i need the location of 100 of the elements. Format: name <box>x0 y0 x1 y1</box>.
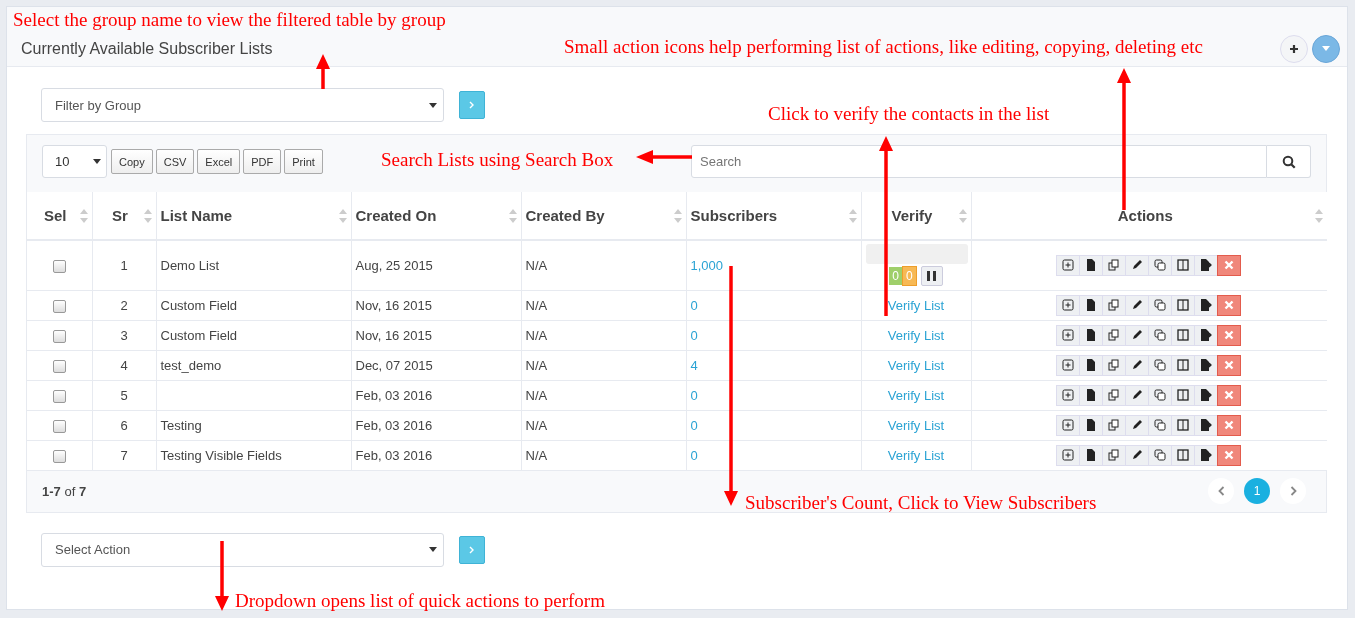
export-action-button[interactable] <box>1194 384 1219 406</box>
pause-button[interactable] <box>920 266 943 287</box>
edit-action-button[interactable] <box>1125 294 1150 316</box>
document-icon <box>1085 359 1098 371</box>
export-action-button[interactable] <box>1194 294 1219 316</box>
row-number: 4 <box>120 357 128 373</box>
columns-icon <box>1177 299 1190 311</box>
created-date: Dec, 07 2015 <box>355 357 433 373</box>
created-by: N/A <box>525 387 548 403</box>
list-name: Testing Visible Fields <box>160 447 282 463</box>
annotation-text: Dropdown opens list of quick actions to perform <box>235 590 605 612</box>
count-badge: 0 <box>902 266 917 287</box>
columns-action-button[interactable] <box>1171 414 1196 436</box>
list-name: Custom Field <box>160 327 238 343</box>
columns-action-button[interactable] <box>1171 254 1196 276</box>
doc-action-button[interactable] <box>1079 294 1104 316</box>
export-action-button[interactable] <box>1194 414 1219 436</box>
delete-button[interactable] <box>1217 384 1242 406</box>
delete-button[interactable] <box>1217 254 1242 276</box>
edit-action-button[interactable] <box>1125 384 1150 406</box>
columns-action-button[interactable] <box>1171 444 1196 466</box>
created-by: N/A <box>525 327 548 343</box>
close-icon <box>1224 450 1235 460</box>
file-export-icon <box>1200 359 1213 371</box>
previous-page-button[interactable] <box>1208 478 1234 504</box>
list-name: Testing <box>160 417 202 433</box>
close-icon <box>1224 360 1235 370</box>
page-size-select[interactable]: 10 <box>42 145 107 178</box>
delete-button[interactable] <box>1217 324 1242 346</box>
sort-icon <box>508 208 517 223</box>
pause-icon <box>927 271 937 282</box>
edit-action-button[interactable] <box>1125 324 1150 346</box>
columns-action-button[interactable] <box>1171 294 1196 316</box>
plus-square-icon <box>1062 329 1075 341</box>
column-header[interactable]: Created On <box>355 207 437 224</box>
export-action-button[interactable] <box>1194 254 1219 276</box>
delete-button[interactable] <box>1217 444 1242 466</box>
row-checkbox[interactable] <box>52 329 66 343</box>
chevron-left-icon <box>1217 486 1225 496</box>
column-header[interactable]: Actions <box>975 207 1315 224</box>
column-header[interactable]: Verify <box>865 207 959 224</box>
file-export-icon <box>1200 299 1213 311</box>
annotation-arrow <box>316 54 330 89</box>
column-header[interactable]: List Name <box>160 207 233 224</box>
export-action-button[interactable] <box>1194 324 1219 346</box>
edit-action-button[interactable] <box>1125 444 1150 466</box>
export-button[interactable]: Copy <box>111 149 153 174</box>
row-number: 5 <box>120 387 128 403</box>
pencil-icon <box>1131 299 1144 311</box>
duplicate-icon <box>1154 419 1167 431</box>
search-button[interactable] <box>1267 145 1311 178</box>
row-checkbox[interactable] <box>52 259 66 273</box>
chevron-right-icon <box>469 101 475 109</box>
copy-icon <box>1108 299 1121 311</box>
doc-action-button[interactable] <box>1079 354 1104 376</box>
doc-action-button[interactable] <box>1079 254 1104 276</box>
columns-action-button[interactable] <box>1171 354 1196 376</box>
row-checkbox[interactable] <box>52 299 66 313</box>
row-number: 1 <box>120 257 128 273</box>
row-checkbox[interactable] <box>52 419 66 433</box>
copy-icon <box>1108 359 1121 371</box>
plus-square-icon <box>1062 359 1075 371</box>
caret-icon <box>93 159 101 164</box>
delete-button[interactable] <box>1217 414 1242 436</box>
columns-action-button[interactable] <box>1171 384 1196 406</box>
created-by: N/A <box>525 257 548 273</box>
column-header[interactable]: Subscribers <box>690 207 778 224</box>
document-icon <box>1085 299 1098 311</box>
add-button[interactable] <box>1280 34 1308 63</box>
go-button[interactable] <box>459 535 485 564</box>
edit-action-button[interactable] <box>1125 414 1150 436</box>
row-checkbox[interactable] <box>52 359 66 373</box>
action-select[interactable]: Select Action <box>41 532 444 567</box>
delete-button[interactable] <box>1217 294 1242 316</box>
export-button[interactable]: PDF <box>243 149 282 174</box>
row-checkbox[interactable] <box>52 389 66 403</box>
export-button[interactable]: CSV <box>155 149 195 174</box>
column-header[interactable]: Sr <box>96 207 144 224</box>
edit-action-button[interactable] <box>1125 354 1150 376</box>
export-button[interactable]: Excel <box>197 149 241 174</box>
edit-action-button[interactable] <box>1125 254 1150 276</box>
column-header[interactable]: Sel <box>31 207 80 224</box>
column-header[interactable]: Created By <box>525 207 605 224</box>
export-action-button[interactable] <box>1194 354 1219 376</box>
doc-action-button[interactable] <box>1079 414 1104 436</box>
row-checkbox[interactable] <box>52 449 66 463</box>
next-page-button[interactable] <box>1280 478 1306 504</box>
search-field[interactable]: Search <box>691 145 1267 178</box>
columns-action-button[interactable] <box>1171 324 1196 346</box>
export-button[interactable]: Print <box>284 149 323 174</box>
pencil-icon <box>1131 259 1144 272</box>
doc-action-button[interactable] <box>1079 324 1104 346</box>
doc-action-button[interactable] <box>1079 384 1104 406</box>
export-action-button[interactable] <box>1194 444 1219 466</box>
sort-icon <box>338 208 347 223</box>
group-filter-select[interactable]: Filter by Group <box>41 88 444 122</box>
delete-button[interactable] <box>1217 354 1242 376</box>
file-export-icon <box>1200 329 1213 341</box>
doc-action-button[interactable] <box>1079 444 1104 466</box>
duplicate-icon <box>1154 359 1167 371</box>
